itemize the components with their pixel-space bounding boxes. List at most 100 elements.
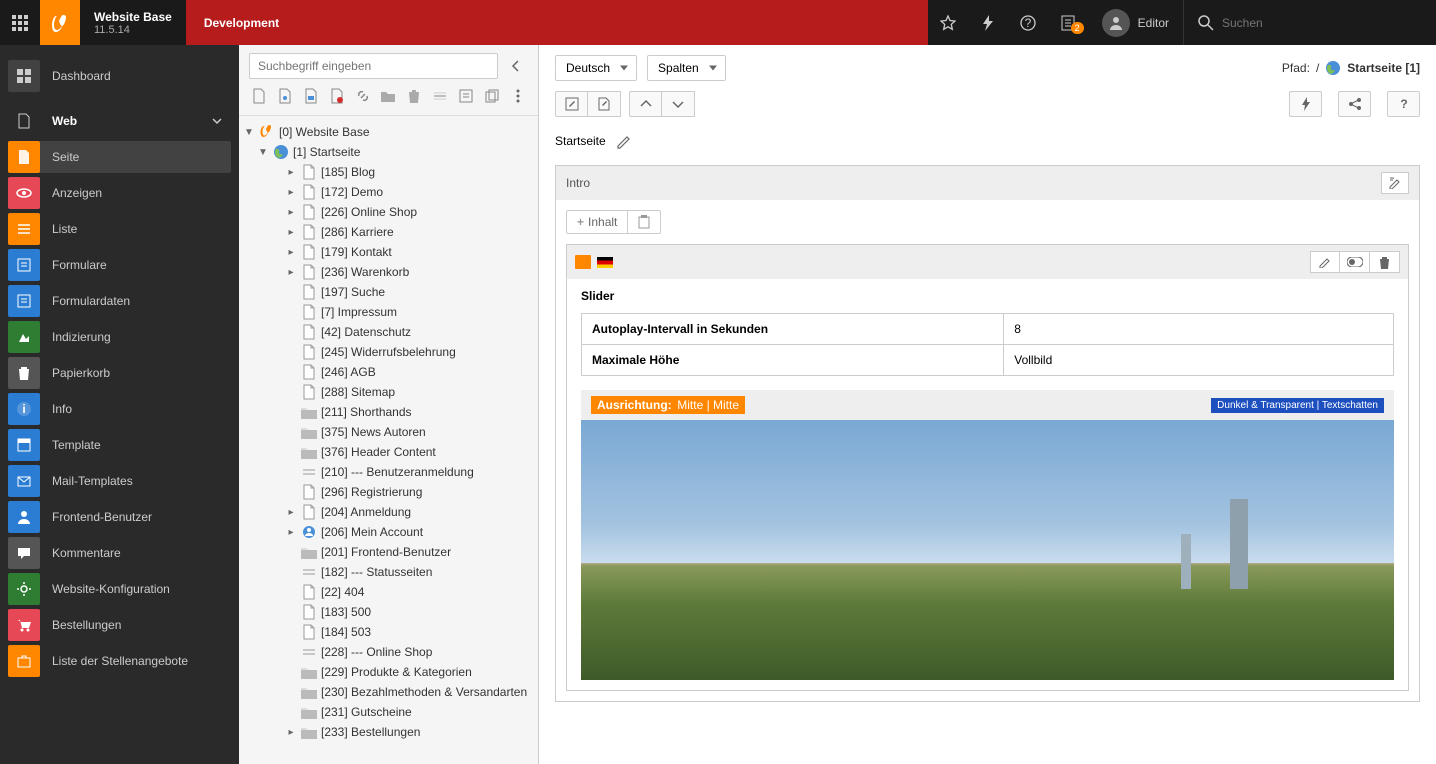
tree-node[interactable]: [288] Sitemap — [243, 382, 534, 402]
module-seite[interactable]: Seite — [8, 141, 231, 173]
edit-content-button[interactable] — [588, 91, 621, 117]
tree-node[interactable]: [296] Registrierung — [243, 482, 534, 502]
move-up-button[interactable] — [629, 91, 662, 117]
tree-node[interactable]: [201] Frontend-Benutzer — [243, 542, 534, 562]
tree-node[interactable]: [211] Shorthands — [243, 402, 534, 422]
help-doc-button[interactable]: ? — [1387, 91, 1420, 117]
tree-node[interactable]: [42] Datenschutz — [243, 322, 534, 342]
tree-node[interactable]: ▸[226] Online Shop — [243, 202, 534, 222]
module-label: Liste der Stellenangebote — [52, 654, 188, 668]
module-dashboard[interactable]: Dashboard — [8, 57, 231, 95]
link-button[interactable] — [353, 85, 373, 107]
chevron-up-icon — [640, 99, 652, 109]
question-icon: ? — [1398, 97, 1410, 111]
tree-node[interactable]: [245] Widerrufsbelehrung — [243, 342, 534, 362]
cache-button[interactable] — [968, 0, 1008, 45]
language-select[interactable]: Deutsch — [555, 55, 637, 81]
share-icon — [1348, 97, 1362, 111]
page-title: Startseite — [539, 117, 1436, 165]
module-info[interactable]: iInfo — [8, 393, 231, 425]
module-mail-templates[interactable]: Mail-Templates — [8, 465, 231, 497]
tree-node[interactable]: [184] 503 — [243, 622, 534, 642]
module-menu: Dashboard Web Seite Anzeigen Liste Formular… — [0, 45, 239, 764]
cache-clear-button[interactable] — [1289, 91, 1322, 117]
tree-node[interactable]: [375] News Autoren — [243, 422, 534, 442]
module-papierkorb[interactable]: Papierkorb — [8, 357, 231, 389]
tree-node[interactable]: ▸[206] Mein Account — [243, 522, 534, 542]
typo3-icon — [50, 13, 70, 33]
ce-delete-button[interactable] — [1370, 251, 1400, 273]
module-liste-der-stellenangebote[interactable]: Liste der Stellenangebote — [8, 645, 231, 677]
tree-node[interactable]: ▸[185] Blog — [243, 162, 534, 182]
module-kommentare[interactable]: Kommentare — [8, 537, 231, 569]
slide-image — [581, 420, 1394, 680]
alignment-tag: Ausrichtung: Mitte | Mitte — [591, 396, 745, 414]
share-button[interactable] — [1338, 91, 1371, 117]
section-web[interactable]: Web — [8, 105, 231, 137]
module-liste[interactable]: Liste — [8, 213, 231, 245]
module-anzeigen[interactable]: Anzeigen — [8, 177, 231, 209]
tree-root[interactable]: ▼ [0] Website Base — [243, 122, 534, 142]
tree-node[interactable]: [228] --- Online Shop — [243, 642, 534, 662]
new-page-user-button[interactable] — [275, 85, 295, 107]
content-button[interactable] — [456, 85, 476, 107]
page-tree[interactable]: ▼ [0] Website Base ▼ [1] Startseite ▸[18… — [239, 116, 538, 764]
new-page-button[interactable] — [249, 85, 269, 107]
tree-node[interactable]: [230] Bezahlmethoden & Versandarten — [243, 682, 534, 702]
breadcrumb-page[interactable]: Startseite [1] — [1347, 61, 1420, 75]
module-formulardaten[interactable]: Formulardaten — [8, 285, 231, 317]
tree-node[interactable]: [229] Produkte & Kategorien — [243, 662, 534, 682]
pencil-doc-icon — [597, 97, 611, 111]
tree-node[interactable]: [197] Suche — [243, 282, 534, 302]
tree-node[interactable]: ▸[179] Kontakt — [243, 242, 534, 262]
tree-node[interactable]: ▸[204] Anmeldung — [243, 502, 534, 522]
notifications-button[interactable]: 2 — [1048, 0, 1088, 45]
app-switcher[interactable] — [0, 0, 40, 45]
tree-node[interactable]: [183] 500 — [243, 602, 534, 622]
tree-node[interactable]: ▸[236] Warenkorb — [243, 262, 534, 282]
folder-button[interactable] — [379, 85, 399, 107]
module-website-konfiguration[interactable]: Website-Konfiguration — [8, 573, 231, 605]
edit-page-button[interactable] — [555, 91, 588, 117]
divider-button[interactable] — [430, 85, 450, 107]
module-formulare[interactable]: Formulare — [8, 249, 231, 281]
tree-node[interactable]: ▸[286] Karriere — [243, 222, 534, 242]
tree-node[interactable]: [210] --- Benutzeranmeldung — [243, 462, 534, 482]
new-page-stop-button[interactable] — [327, 85, 347, 107]
new-page-link-button[interactable] — [301, 85, 321, 107]
tree-node[interactable]: [231] Gutscheine — [243, 702, 534, 722]
help-button[interactable]: ? — [1008, 0, 1048, 45]
columns-select[interactable]: Spalten — [647, 55, 726, 81]
tree-home[interactable]: ▼ [1] Startseite — [243, 142, 534, 162]
tree-node[interactable]: [376] Header Content — [243, 442, 534, 462]
ce-toggle-button[interactable] — [1340, 251, 1370, 273]
user-menu[interactable]: Editor — [1088, 0, 1183, 45]
add-content-paste[interactable] — [627, 211, 660, 233]
module-frontend-benutzer[interactable]: Frontend-Benutzer — [8, 501, 231, 533]
typo3-logo[interactable] — [40, 0, 80, 45]
dashboard-icon — [16, 68, 32, 84]
bookmark-button[interactable] — [928, 0, 968, 45]
tree-node[interactable]: ▸[172] Demo — [243, 182, 534, 202]
ce-edit-button[interactable] — [1310, 251, 1340, 273]
search-input[interactable] — [1222, 16, 1422, 30]
column-edit-button[interactable] — [1381, 172, 1409, 194]
trash-button[interactable] — [404, 85, 424, 107]
tree-node[interactable]: [7] Impressum — [243, 302, 534, 322]
tree-node[interactable]: ▸[233] Bestellungen — [243, 722, 534, 742]
tree-search-input[interactable] — [249, 53, 498, 79]
move-down-button[interactable] — [662, 91, 695, 117]
tree-node[interactable]: [182] --- Statusseiten — [243, 562, 534, 582]
module-bestellungen[interactable]: Bestellungen — [8, 609, 231, 641]
global-search[interactable] — [1183, 0, 1436, 45]
module-indizierung[interactable]: Indizierung — [8, 321, 231, 353]
tree-node[interactable]: [22] 404 — [243, 582, 534, 602]
copy-button[interactable] — [482, 85, 502, 107]
tree-collapse-button[interactable] — [504, 54, 528, 78]
tree-node[interactable]: [246] AGB — [243, 362, 534, 382]
tree-more-button[interactable] — [508, 85, 528, 107]
add-content-button[interactable]: +Inhalt — [566, 210, 661, 234]
tree-toolbar — [249, 85, 528, 107]
pencil-icon[interactable] — [616, 133, 632, 149]
module-template[interactable]: Template — [8, 429, 231, 461]
